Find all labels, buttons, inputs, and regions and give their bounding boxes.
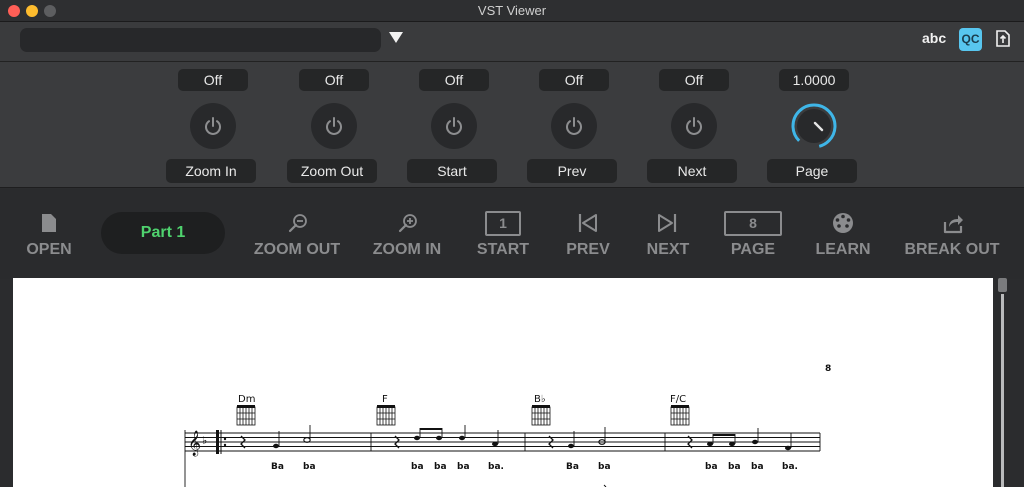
power-icon — [686, 117, 702, 135]
score-page[interactable]: 8 Dm F B♭ F/C 𝄞 ♭ Ba ba ba ba ba ba. Ba … — [13, 278, 993, 487]
export-icon[interactable] — [996, 29, 1010, 47]
learn-label: LEARN — [815, 241, 871, 258]
svg-text:𝄞: 𝄞 — [188, 430, 201, 456]
zoom-out-icon — [288, 214, 307, 233]
midi-icon — [833, 213, 853, 233]
skip-back-icon — [578, 214, 597, 232]
svg-text:♭: ♭ — [202, 434, 207, 447]
vertical-scrollbar[interactable] — [995, 278, 1010, 487]
page-label: PAGE — [730, 241, 776, 258]
power-icon — [326, 117, 342, 135]
lyric: Ba — [271, 462, 284, 472]
param-label: Page — [767, 159, 857, 183]
quick-controls-button[interactable]: QC — [959, 28, 982, 51]
param-value[interactable]: 1.0000 — [779, 69, 849, 91]
lyric: ba. — [782, 462, 798, 472]
open-label: OPEN — [26, 241, 72, 258]
param-zoom-in: Off Zoom In — [166, 62, 260, 188]
music-staff: 𝄞 ♭ — [184, 405, 821, 487]
param-zoom-out: Off Zoom Out — [287, 62, 381, 188]
lyric: Ba — [566, 462, 579, 472]
start-button[interactable]: 1 START — [472, 189, 534, 279]
param-label: Zoom In — [166, 159, 256, 183]
power-icon — [566, 117, 582, 135]
skip-forward-icon — [658, 214, 677, 232]
power-toggle-button[interactable] — [190, 103, 236, 149]
power-icon — [205, 117, 221, 135]
viewer-toolbar: OPEN Part 1 ZOOM OUT ZOOM IN 1 START PRE… — [0, 189, 1024, 279]
lyric: ba. — [488, 462, 504, 472]
start-page-box: 1 — [485, 211, 521, 236]
param-value[interactable]: Off — [659, 69, 729, 91]
preset-field[interactable] — [20, 28, 381, 52]
share-out-icon — [943, 215, 963, 234]
param-label: Next — [647, 159, 737, 183]
title-bar: VST Viewer — [0, 0, 1024, 22]
break-out-button[interactable]: BREAK OUT — [903, 189, 1001, 279]
preset-dropdown-arrow-icon[interactable] — [389, 32, 403, 43]
zoom-in-button[interactable]: ZOOM IN — [367, 189, 447, 279]
host-bar: abc QC — [0, 22, 1024, 62]
power-toggle-button[interactable] — [671, 103, 717, 149]
power-toggle-button[interactable] — [551, 103, 597, 149]
start-label: START — [476, 241, 530, 258]
window-title: VST Viewer — [477, 3, 547, 18]
page-number-box: 8 — [724, 211, 782, 236]
param-page: 1.0000 Page — [767, 62, 861, 188]
parameter-strip: Off Zoom In Off Zoom Out Off Start Off P… — [0, 62, 1024, 188]
open-button[interactable]: OPEN — [20, 189, 78, 279]
param-value[interactable]: Off — [419, 69, 489, 91]
lyric: ba — [457, 462, 470, 472]
param-value[interactable]: Off — [178, 69, 248, 91]
learn-button[interactable]: LEARN — [812, 189, 874, 279]
param-label: Start — [407, 159, 497, 183]
part-selector[interactable]: Part 1 — [101, 212, 225, 254]
prev-button[interactable]: PREV — [562, 189, 614, 279]
document-icon — [42, 214, 56, 232]
lyric: ba — [411, 462, 424, 472]
zoom-in-label: ZOOM IN — [372, 241, 442, 258]
lyric: ba — [598, 462, 611, 472]
zoom-out-label: ZOOM OUT — [253, 241, 341, 258]
scrollbar-thumb[interactable] — [998, 278, 1007, 292]
param-value[interactable]: Off — [539, 69, 609, 91]
param-start: Off Start — [407, 62, 501, 188]
param-label: Prev — [527, 159, 617, 183]
next-button[interactable]: NEXT — [642, 189, 694, 279]
param-label: Zoom Out — [287, 159, 377, 183]
lyric: ba — [705, 462, 718, 472]
zoom-in-icon — [398, 214, 417, 233]
power-toggle-button[interactable] — [431, 103, 477, 149]
lyric: ba — [751, 462, 764, 472]
lyric: ba — [303, 462, 316, 472]
lyric: ba — [434, 462, 447, 472]
power-icon — [446, 117, 462, 135]
param-value[interactable]: Off — [299, 69, 369, 91]
next-label: NEXT — [646, 241, 690, 258]
abc-button[interactable]: abc — [922, 30, 946, 46]
lyric: ba — [728, 462, 741, 472]
power-toggle-button[interactable] — [311, 103, 357, 149]
break-out-label: BREAK OUT — [904, 241, 1000, 258]
page-button[interactable]: 8 PAGE — [722, 189, 784, 279]
param-next: Off Next — [647, 62, 741, 188]
page-knob[interactable] — [790, 102, 838, 150]
scrollbar-track-line — [1001, 294, 1004, 487]
param-prev: Off Prev — [527, 62, 621, 188]
zoom-out-button[interactable]: ZOOM OUT — [248, 189, 346, 279]
prev-label: PREV — [566, 241, 610, 258]
